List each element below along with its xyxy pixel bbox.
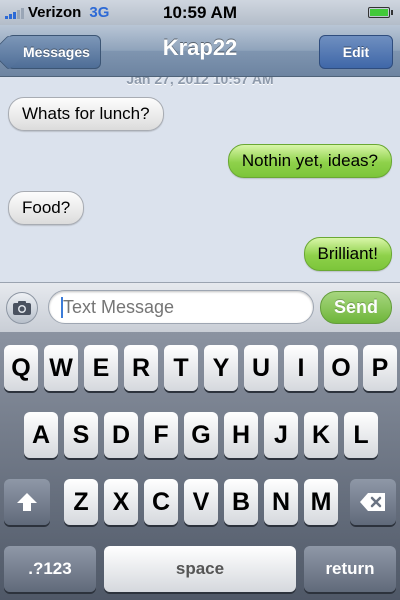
key-w[interactable]: W	[44, 345, 78, 391]
key-s[interactable]: S	[64, 412, 98, 458]
key-l[interactable]: L	[344, 412, 378, 458]
key-u[interactable]: U	[244, 345, 278, 391]
shift-icon	[17, 493, 37, 511]
key-h[interactable]: H	[224, 412, 258, 458]
status-bar: Verizon 3G 10:59 AM	[0, 0, 400, 25]
key-b[interactable]: B	[224, 479, 258, 525]
key-q[interactable]: Q	[4, 345, 38, 391]
battery-icon	[368, 7, 393, 18]
key-c[interactable]: C	[144, 479, 178, 525]
incoming-message-bubble[interactable]: Food?	[8, 191, 85, 225]
back-button-label: Messages	[23, 44, 90, 60]
status-time: 10:59 AM	[162, 2, 237, 22]
key-m[interactable]: M	[304, 479, 338, 525]
key-f[interactable]: F	[144, 412, 178, 458]
camera-icon	[13, 301, 31, 315]
outgoing-message-bubble[interactable]: Nothin yet, ideas?	[227, 144, 392, 178]
key-x[interactable]: X	[104, 479, 138, 525]
return-key[interactable]: return	[304, 546, 396, 592]
message-thread[interactable]: Jan 27, 2012 10:57 AM Whats for lunch? N…	[0, 77, 400, 282]
space-key[interactable]: space	[104, 546, 296, 592]
key-g[interactable]: G	[184, 412, 218, 458]
navigation-bar: Messages Krap22 Edit	[0, 25, 400, 77]
key-k[interactable]: K	[304, 412, 338, 458]
text-cursor	[61, 297, 63, 318]
keyboard: Q W E R T Y U I O P A S D F G H J K L Z …	[0, 332, 400, 600]
shift-key[interactable]	[4, 479, 50, 525]
message-input-bar: Send	[0, 282, 400, 332]
incoming-message-bubble[interactable]: Whats for lunch?	[8, 97, 164, 131]
delete-icon	[360, 493, 385, 511]
key-j[interactable]: J	[264, 412, 298, 458]
outgoing-message-bubble[interactable]: Brilliant!	[303, 237, 392, 271]
numbers-key[interactable]: .?123	[4, 546, 96, 592]
message-text-field[interactable]	[48, 290, 314, 324]
delete-key[interactable]	[350, 479, 396, 525]
key-y[interactable]: Y	[204, 345, 238, 391]
send-button[interactable]: Send	[320, 291, 392, 324]
key-z[interactable]: Z	[64, 479, 98, 525]
key-e[interactable]: E	[84, 345, 118, 391]
key-n[interactable]: N	[264, 479, 298, 525]
key-r[interactable]: R	[124, 345, 158, 391]
key-a[interactable]: A	[24, 412, 58, 458]
thread-timestamp: Jan 27, 2012 10:57 AM	[126, 77, 274, 87]
key-t[interactable]: T	[164, 345, 198, 391]
key-i[interactable]: I	[284, 345, 318, 391]
key-p[interactable]: P	[363, 345, 397, 391]
key-v[interactable]: V	[184, 479, 218, 525]
camera-button[interactable]	[6, 292, 38, 324]
edit-button[interactable]: Edit	[319, 35, 393, 69]
key-o[interactable]: O	[324, 345, 358, 391]
key-d[interactable]: D	[104, 412, 138, 458]
